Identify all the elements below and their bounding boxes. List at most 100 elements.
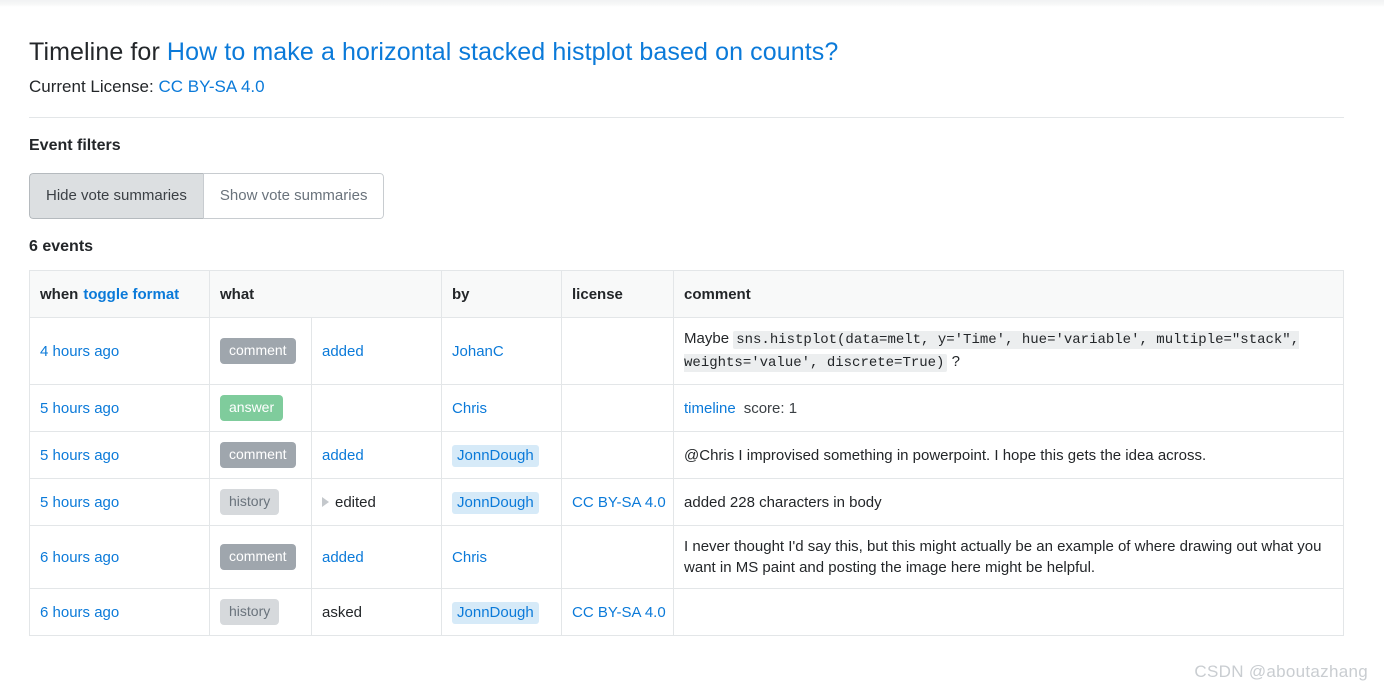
cell-event-type: history — [209, 478, 312, 526]
cell-by: Chris — [441, 384, 563, 432]
header-when-label: when — [40, 286, 79, 303]
cell-comment — [673, 588, 1345, 636]
event-time-link[interactable]: 5 hours ago — [40, 494, 119, 511]
events-table-body: 4 hours ago comment added JohanC Maybe sns.h… — [29, 317, 1345, 636]
timeline-link[interactable]: timeline — [684, 400, 736, 417]
hide-vote-summaries-button[interactable]: Hide vote summaries — [29, 173, 203, 219]
comment-body: @Chris I improvised something in powerpo… — [684, 446, 1207, 464]
action-label[interactable]: added — [322, 343, 364, 360]
cell-action: added — [310, 431, 443, 479]
cell-comment: Maybe sns.histplot(data=melt, y='Time', … — [673, 317, 1345, 385]
event-time-link[interactable]: 6 hours ago — [40, 549, 119, 566]
comment-suffix: ? — [947, 353, 960, 370]
cell-event-type: answer — [209, 384, 312, 432]
cell-comment: I never thought I'd say this, but this m… — [673, 525, 1345, 589]
current-license-label: Current License: — [29, 77, 159, 96]
cell-when: 6 hours ago — [29, 588, 210, 636]
cell-action: added — [310, 525, 443, 589]
user-link[interactable]: Chris — [452, 549, 487, 566]
user-link[interactable]: JonnDough — [452, 444, 539, 467]
events-table-head: when toggle format what by license commen… — [29, 270, 1345, 318]
cell-when: 5 hours ago — [29, 431, 210, 479]
table-row: 5 hours ago comment added JonnDough @Chris I… — [29, 431, 1345, 479]
table-row: 5 hours ago answer Chris timeline score: 1 — [29, 384, 1345, 432]
comment-prefix: Maybe — [684, 330, 734, 347]
vote-summary-toggle-group: Hide vote summaries Show vote summaries — [29, 173, 385, 219]
header-when: when toggle format — [29, 270, 210, 318]
cell-by: JohanC — [441, 317, 563, 385]
table-row: 6 hours ago history asked JonnDough CC BY-SA… — [29, 588, 1345, 636]
page-header: Timeline for How to make a horizontal st… — [0, 7, 1384, 98]
user-link[interactable]: Chris — [452, 400, 487, 417]
header-by: by — [441, 270, 563, 318]
cell-license — [561, 317, 675, 385]
cell-by: JonnDough — [441, 431, 563, 479]
cell-comment: added 228 characters in body — [673, 478, 1345, 526]
event-time-link[interactable]: 5 hours ago — [40, 447, 119, 464]
user-link[interactable]: JonnDough — [452, 491, 539, 514]
cell-action — [310, 384, 443, 432]
cell-by: JonnDough — [441, 588, 563, 636]
question-title-link[interactable]: How to make a horizontal stacked histplo… — [167, 38, 838, 66]
event-type-badge: history — [220, 599, 280, 625]
cell-action: asked — [310, 588, 443, 636]
toggle-format-link[interactable]: toggle format — [83, 286, 179, 303]
csdn-watermark: CSDN @aboutazhang — [1194, 662, 1368, 681]
cell-event-type: comment — [209, 525, 312, 589]
page-title-prefix: Timeline for — [29, 38, 167, 66]
license-link[interactable]: CC BY-SA 4.0 — [572, 604, 666, 621]
cell-license: CC BY-SA 4.0 — [561, 478, 675, 526]
events-table-wrapper: when toggle format what by license commen… — [29, 270, 1345, 636]
cell-action: added — [310, 317, 443, 385]
header-comment: comment — [673, 270, 1345, 318]
cell-license: CC BY-SA 4.0 — [561, 588, 675, 636]
action-label: asked — [322, 603, 363, 621]
page-title: Timeline for How to make a horizontal st… — [29, 37, 1384, 67]
cell-by: Chris — [441, 525, 563, 589]
event-time-link[interactable]: 4 hours ago — [40, 343, 119, 360]
comment-body: added 228 characters in body — [684, 493, 882, 511]
cell-license — [561, 384, 675, 432]
comment-body: I never thought I'd say this, but this m… — [684, 538, 1322, 576]
header-what: what — [208, 270, 443, 318]
cell-when: 4 hours ago — [29, 317, 210, 385]
cell-license — [561, 431, 675, 479]
event-time-link[interactable]: 6 hours ago — [40, 604, 119, 621]
show-vote-summaries-button[interactable]: Show vote summaries — [202, 173, 385, 219]
event-filters-heading: Event filters — [29, 137, 121, 154]
event-type-badge: comment — [220, 544, 296, 570]
license-link[interactable]: CC BY-SA 4.0 — [572, 494, 666, 511]
user-link[interactable]: JonnDough — [452, 601, 539, 624]
top-chrome-strip — [0, 0, 1384, 7]
timeline-page: Timeline for How to make a horizontal st… — [0, 7, 1384, 636]
cell-comment: timeline score: 1 — [673, 384, 1345, 432]
header-license: license — [561, 270, 675, 318]
cell-license — [561, 525, 675, 589]
current-license-link[interactable]: CC BY-SA 4.0 — [158, 77, 264, 96]
table-header-row: when toggle format what by license commen… — [29, 270, 1345, 318]
cell-event-type: comment — [209, 317, 312, 385]
event-count-label: 6 events — [29, 238, 94, 255]
cell-comment: @Chris I improvised something in powerpo… — [673, 431, 1345, 479]
cell-when: 5 hours ago — [29, 384, 210, 432]
inline-code: sns.histplot(data=melt, y='Time', hue='v… — [684, 331, 1300, 372]
action-label: edited — [335, 493, 376, 511]
event-time-link[interactable]: 5 hours ago — [40, 400, 119, 417]
current-license: Current License: CC BY-SA 4.0 — [29, 76, 1384, 98]
score-label: score: 1 — [743, 399, 798, 417]
action-label[interactable]: added — [322, 549, 364, 566]
table-row: 4 hours ago comment added JohanC Maybe sns.h… — [29, 317, 1345, 385]
table-row: 5 hours ago history edited JonnDough CC BY-S… — [29, 478, 1345, 526]
events-table: when toggle format what by license commen… — [29, 270, 1345, 636]
table-row: 6 hours ago comment added Chris I never thou… — [29, 525, 1345, 589]
cell-event-type: history — [209, 588, 312, 636]
cell-when: 6 hours ago — [29, 525, 210, 589]
cell-by: JonnDough — [441, 478, 563, 526]
event-filters-section: Event filters Hide vote summaries Show v… — [0, 118, 1384, 257]
event-type-badge: comment — [220, 338, 296, 364]
action-label[interactable]: added — [322, 447, 364, 464]
cell-when: 5 hours ago — [29, 478, 210, 526]
event-type-badge: history — [220, 489, 280, 515]
user-link[interactable]: JohanC — [452, 343, 504, 360]
expand-triangle-icon[interactable] — [322, 496, 329, 507]
